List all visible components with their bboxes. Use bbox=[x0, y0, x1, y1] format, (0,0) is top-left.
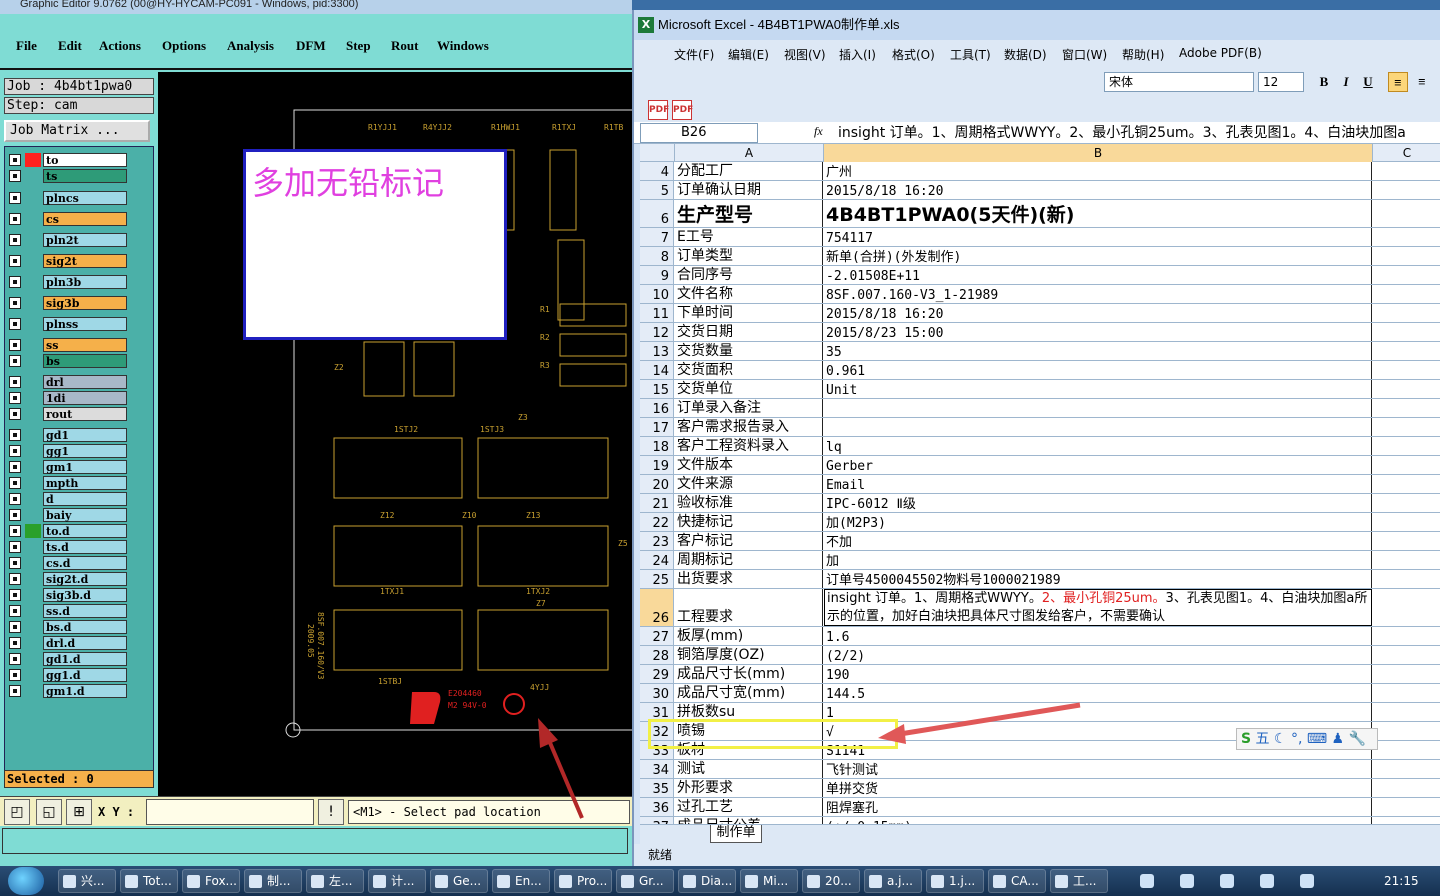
start-button[interactable] bbox=[8, 867, 44, 895]
clock[interactable]: 21:15 bbox=[1384, 866, 1419, 896]
taskbar-item[interactable]: Tot... bbox=[120, 869, 178, 893]
taskbar-item[interactable]: 制... bbox=[244, 869, 302, 893]
ime-tray-icon[interactable] bbox=[1140, 874, 1154, 888]
taskbar-item[interactable]: 计... bbox=[368, 869, 426, 893]
taskbar-item[interactable]: 兴... bbox=[58, 869, 116, 893]
taskbar-item[interactable]: CA... bbox=[988, 869, 1046, 893]
taskbar-item[interactable]: Gr... bbox=[616, 869, 674, 893]
taskbar-item[interactable]: En... bbox=[492, 869, 550, 893]
network-tray-icon[interactable] bbox=[1260, 874, 1274, 888]
taskbar-item[interactable]: Mi... bbox=[740, 869, 798, 893]
taskbar-item[interactable]: Dia... bbox=[678, 869, 736, 893]
taskbar-item[interactable]: Ge... bbox=[430, 869, 488, 893]
flag-tray-icon[interactable] bbox=[1220, 874, 1234, 888]
taskbar-item[interactable]: a.j... bbox=[864, 869, 922, 893]
help-tray-icon[interactable] bbox=[1180, 874, 1194, 888]
annotation-arrows bbox=[538, 702, 1081, 819]
arrow-to-tin-spray-cell bbox=[878, 702, 1081, 744]
desktop: Graphic Editor 9.0762 (00@HY-HYCAM-PC091… bbox=[0, 0, 1440, 896]
volume-tray-icon[interactable] bbox=[1300, 874, 1314, 888]
windows-taskbar: 兴... Tot... Fox... 制... 左... 计... Ge... En... Pr… bbox=[0, 866, 1440, 896]
taskbar-item[interactable]: 工... bbox=[1050, 869, 1108, 893]
taskbar-item[interactable]: 20... bbox=[802, 869, 860, 893]
taskbar-item[interactable]: 1.j... bbox=[926, 869, 984, 893]
taskbar-item[interactable]: Pro... bbox=[554, 869, 612, 893]
arrow-to-lead-free-mark bbox=[538, 718, 584, 819]
taskbar-item[interactable]: Fox... bbox=[182, 869, 240, 893]
taskbar-item[interactable]: 左... bbox=[306, 869, 364, 893]
